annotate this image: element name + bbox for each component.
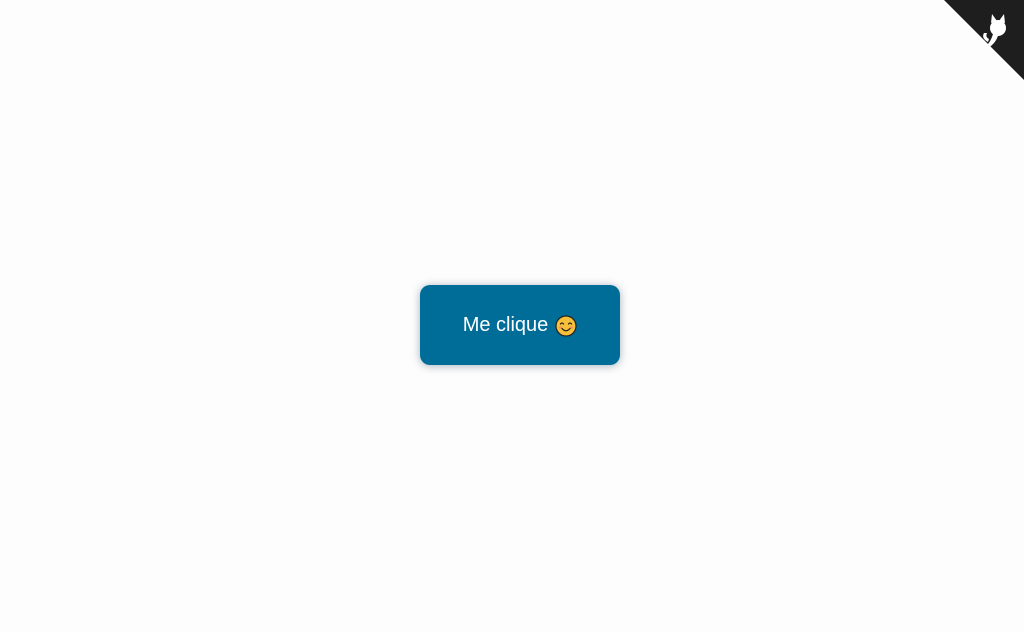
me-clique-button[interactable]: Me clique xyxy=(420,285,620,365)
github-corner-icon xyxy=(944,0,1024,80)
button-label: Me clique xyxy=(462,313,549,336)
page: Me clique xyxy=(0,0,1024,632)
github-corner-link[interactable] xyxy=(944,0,1024,80)
smiling-face-icon xyxy=(555,314,577,337)
